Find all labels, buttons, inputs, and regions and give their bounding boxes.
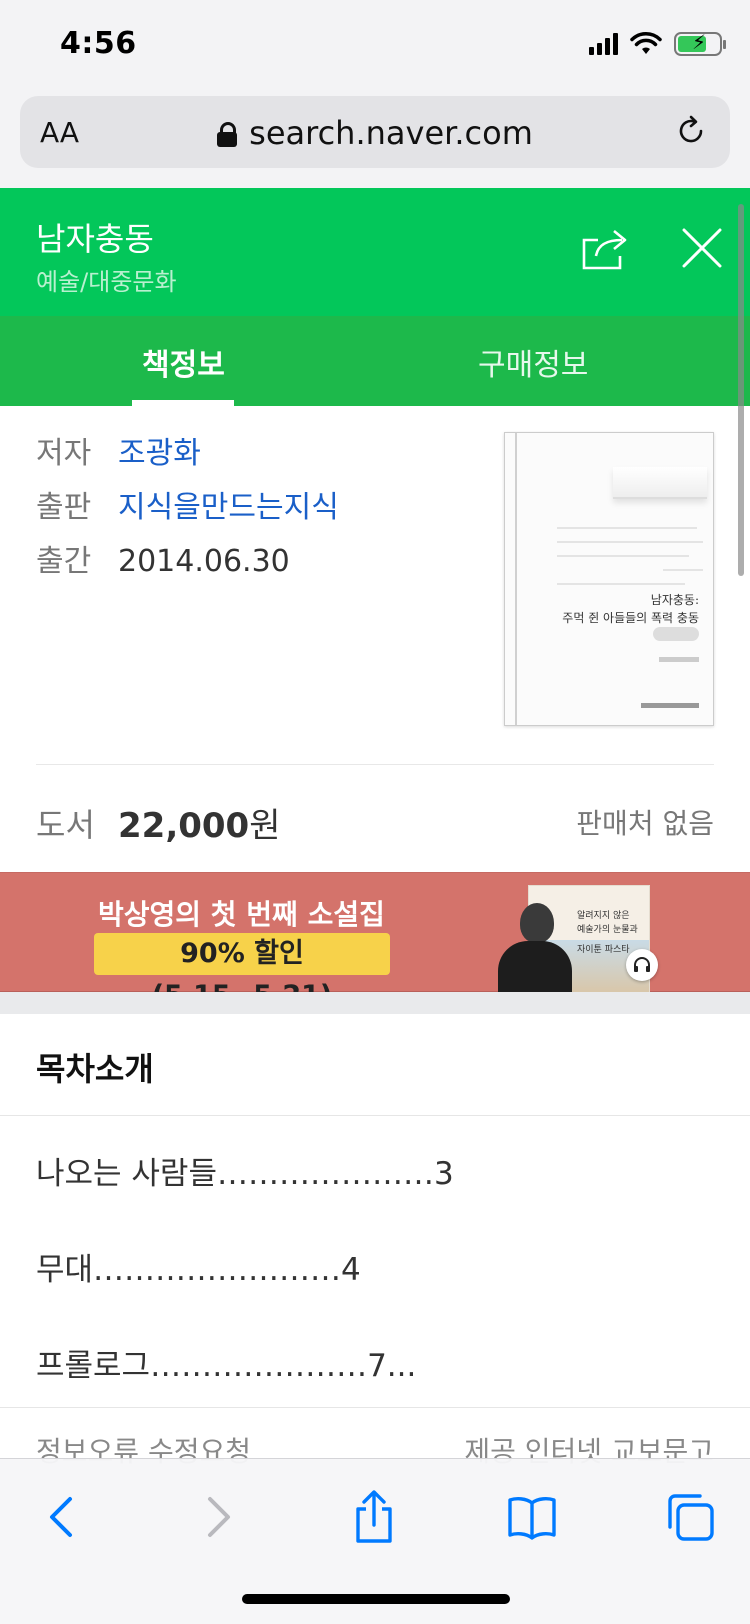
book-cover[interactable]: 남자충동: 주먹 쥔 아들들의 폭력 충동: [504, 432, 714, 726]
ad-book-text-1: 알려지지 않은: [577, 911, 630, 921]
publisher-link[interactable]: 지식을만드는지식: [118, 490, 339, 525]
url-text: search.naver.com: [249, 114, 533, 152]
tabs-icon[interactable]: [662, 1489, 718, 1545]
page-title: 남자충동: [36, 220, 154, 258]
tab-purchase-info[interactable]: 구매정보: [478, 340, 588, 384]
date-label: 출간: [36, 544, 92, 579]
status-time: 4:56: [60, 26, 137, 61]
address-bar[interactable]: AA search.naver.com: [20, 96, 730, 168]
ad-title: 박상영의 첫 번째 소설집: [98, 898, 385, 931]
ad-banner[interactable]: 박상영의 첫 번째 소설집 90% 할인(5.15~5.21) 알려지지 않은 …: [0, 872, 750, 1011]
ad-book-text-2: 예술가의 눈물과: [577, 925, 638, 935]
price-amount: 22,000: [118, 806, 250, 846]
cover-title-2: 주먹 쥔 아들들의 폭력 충동: [562, 611, 699, 625]
share-icon[interactable]: [580, 226, 632, 272]
publisher-label: 출판: [36, 490, 92, 525]
ad-discount-badge: 90% 할인(5.15~5.21): [94, 933, 390, 1011]
back-icon[interactable]: [34, 1489, 90, 1545]
ad-book-text-3: 자이툰 파스타: [577, 945, 630, 955]
author-label: 저자: [36, 436, 92, 471]
status-bar: 4:56 ⚡: [0, 0, 750, 90]
divider: [0, 1407, 750, 1408]
status-icons: ⚡: [589, 30, 726, 56]
date-row: 출간 2014.06.30: [36, 536, 290, 580]
close-icon[interactable]: [680, 226, 724, 270]
toc-item: 나오는 사람들…………………3: [36, 1156, 454, 1192]
browser-chrome: AA search.naver.com: [0, 90, 750, 188]
book-tabs: 책정보 구매정보: [0, 316, 750, 406]
scrollbar[interactable]: [738, 204, 744, 576]
price-label: 도서: [36, 806, 95, 844]
toc-item[interactable]: 프롤로그…………………7...: [36, 1340, 416, 1385]
bookmarks-icon[interactable]: [504, 1489, 560, 1545]
lock-icon: [217, 122, 238, 147]
section-gap: [0, 992, 750, 1014]
headphones-icon[interactable]: [626, 949, 658, 981]
home-indicator[interactable]: [242, 1594, 510, 1604]
forward-icon[interactable]: [190, 1489, 246, 1545]
tab-book-info[interactable]: 책정보: [142, 340, 225, 384]
divider: [36, 764, 714, 765]
divider: [0, 1115, 750, 1116]
price-unit: 원: [249, 806, 281, 846]
toc-item: 무대……………………4: [36, 1252, 361, 1288]
url-display[interactable]: search.naver.com: [20, 114, 730, 152]
book-header: 남자충동 예술/대중문화: [0, 188, 750, 316]
share-sheet-icon[interactable]: [346, 1489, 402, 1545]
signal-icon: [589, 33, 618, 55]
publish-date: 2014.06.30: [118, 544, 290, 579]
reload-icon[interactable]: [674, 114, 708, 148]
publisher-row: 출판 지식을만드는지식: [36, 482, 339, 526]
author-row: 저자 조광화: [36, 428, 201, 472]
wifi-icon: [630, 32, 662, 54]
cover-title-1: 남자충동:: [650, 593, 699, 607]
author-photo: [498, 903, 572, 993]
price-value: 22,000원: [118, 798, 280, 847]
battery-icon: ⚡: [674, 30, 726, 56]
toc-heading: 목차소개: [36, 1050, 154, 1088]
seller-status: 판매처 없음: [576, 807, 714, 840]
author-link[interactable]: 조광화: [118, 436, 201, 471]
active-tab-indicator: [132, 400, 234, 406]
page-subtitle: 예술/대중문화: [36, 268, 177, 296]
